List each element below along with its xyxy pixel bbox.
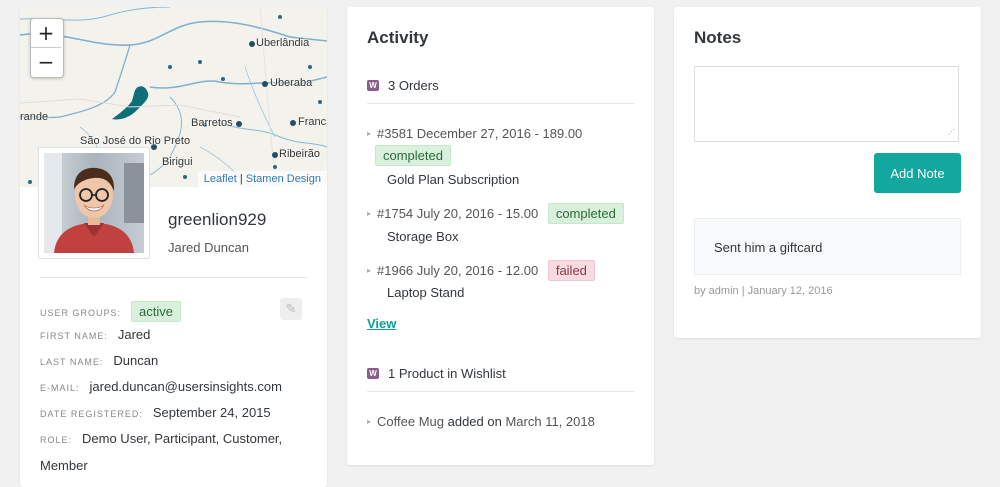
field-date-registered: DATE REGISTERED: September 24, 2015 bbox=[40, 405, 271, 420]
field-role: ROLE: Demo User, Participant, Customer, M… bbox=[40, 426, 300, 479]
map-label-franca: Franc bbox=[298, 116, 327, 128]
avatar bbox=[44, 153, 144, 253]
map-label-birigui: Birigui bbox=[162, 156, 193, 168]
triangle-right-icon: ▸ bbox=[367, 209, 372, 218]
field-value: jared.duncan@usersinsights.com bbox=[89, 379, 282, 394]
map-label-uberaba: Uberaba bbox=[270, 77, 313, 89]
wishlist-heading: W 1 Product in Wishlist bbox=[367, 366, 506, 381]
map-attribution: Leaflet | Stamen Design bbox=[197, 171, 327, 187]
map-label-sao-jose-do-rio-preto: São José do Rio Preto bbox=[80, 135, 191, 147]
wishlist-date: March 11, 2018 bbox=[505, 414, 595, 429]
avatar-frame bbox=[38, 147, 150, 259]
profile-card: Uberlândia Uberaba rande Barretos Franc … bbox=[20, 7, 327, 487]
note-text: Sent him a giftcard bbox=[714, 240, 823, 255]
status-badge: completed bbox=[375, 145, 451, 166]
order-summary: #3581 December 27, 2016 - 189.00 bbox=[377, 126, 583, 141]
triangle-right-icon: ▸ bbox=[367, 129, 372, 138]
order-row: ▸ #3581 December 27, 2016 - 189.00 bbox=[367, 126, 582, 141]
field-email: E-MAIL: jared.duncan@usersinsights.com bbox=[40, 379, 282, 394]
field-value: Demo User, Participant, Customer, Member bbox=[40, 431, 283, 473]
woocommerce-icon: W bbox=[367, 80, 379, 91]
field-label: DATE REGISTERED: bbox=[40, 409, 143, 419]
field-first-name: FIRST NAME: Jared bbox=[40, 327, 150, 342]
user-group-badge: active bbox=[131, 301, 181, 322]
field-label: ROLE: bbox=[40, 435, 73, 445]
wishlist-heading-label: 1 Product in Wishlist bbox=[388, 366, 506, 381]
field-value: Duncan bbox=[113, 353, 159, 368]
order-item: Storage Box bbox=[387, 229, 459, 244]
orders-heading: W 3 Orders bbox=[367, 78, 439, 93]
order-status-row: completed bbox=[375, 145, 451, 166]
orders-divider bbox=[367, 103, 634, 104]
field-last-name: LAST NAME: Duncan bbox=[40, 353, 158, 368]
map-zoom-control: + − bbox=[30, 18, 64, 78]
field-label: E-MAIL: bbox=[40, 383, 80, 393]
wishlist-divider bbox=[367, 391, 634, 392]
zoom-out-button[interactable]: − bbox=[31, 48, 61, 77]
order-item: Gold Plan Subscription bbox=[387, 172, 520, 187]
order-row: ▸ #1754 July 20, 2016 - 15.00 completed bbox=[367, 203, 624, 224]
edit-groups-button[interactable]: ✎ bbox=[280, 298, 302, 320]
order-summary: #1754 July 20, 2016 - 15.00 bbox=[377, 206, 539, 221]
map-label-grande: rande bbox=[20, 111, 49, 123]
field-user-groups: USER GROUPS: active bbox=[40, 301, 181, 322]
field-value: Jared bbox=[117, 327, 151, 342]
wishlist-added-on: added on bbox=[447, 414, 502, 429]
note-meta: by admin | January 12, 2016 bbox=[694, 285, 833, 297]
profile-divider bbox=[40, 277, 307, 278]
resize-grip-icon[interactable]: ⋰ bbox=[948, 129, 956, 139]
status-badge: failed bbox=[547, 260, 595, 281]
field-label: LAST NAME: bbox=[40, 357, 104, 367]
map-label-uberlandia: Uberlândia bbox=[256, 37, 310, 49]
order-item: Laptop Stand bbox=[387, 285, 465, 300]
notes-card: Notes ⋰ Add Note Sent him a giftcard by … bbox=[674, 7, 981, 338]
notes-title: Notes bbox=[694, 28, 742, 47]
zoom-in-button[interactable]: + bbox=[31, 19, 61, 48]
attribution-separator: | bbox=[236, 173, 246, 185]
wishlist-row: ▸ Coffee Mug added on March 11, 2018 bbox=[367, 414, 595, 429]
order-row: ▸ #1966 July 20, 2016 - 12.00 failed bbox=[367, 260, 595, 281]
username: greenlion929 bbox=[168, 210, 267, 229]
map-label-ribeirao: Ribeirão bbox=[279, 148, 320, 160]
field-label: USER GROUPS: bbox=[40, 308, 122, 318]
field-value: September 24, 2015 bbox=[152, 405, 271, 420]
triangle-right-icon: ▸ bbox=[367, 417, 372, 426]
order-summary: #1966 July 20, 2016 - 12.00 bbox=[377, 263, 539, 278]
woocommerce-icon: W bbox=[367, 368, 379, 379]
triangle-right-icon: ▸ bbox=[367, 266, 372, 275]
add-note-button[interactable]: Add Note bbox=[874, 153, 961, 193]
leaflet-link[interactable]: Leaflet bbox=[204, 173, 237, 185]
activity-card: Activity W 3 Orders ▸ #3581 December 27, 2… bbox=[347, 7, 654, 465]
full-name: Jared Duncan bbox=[168, 240, 249, 255]
stamen-design-link[interactable]: Stamen Design bbox=[246, 173, 321, 185]
avatar-image bbox=[44, 153, 144, 253]
status-badge: completed bbox=[547, 203, 624, 224]
view-orders-link[interactable]: View bbox=[367, 316, 396, 331]
note-input[interactable] bbox=[694, 66, 959, 142]
pencil-icon: ✎ bbox=[285, 301, 297, 316]
note-item: Sent him a giftcard bbox=[694, 218, 961, 275]
map-label-barretos: Barretos bbox=[191, 117, 233, 129]
field-label: FIRST NAME: bbox=[40, 331, 108, 341]
wishlist-item: Coffee Mug bbox=[377, 414, 444, 429]
orders-heading-label: 3 Orders bbox=[388, 78, 439, 93]
activity-title: Activity bbox=[367, 28, 429, 47]
